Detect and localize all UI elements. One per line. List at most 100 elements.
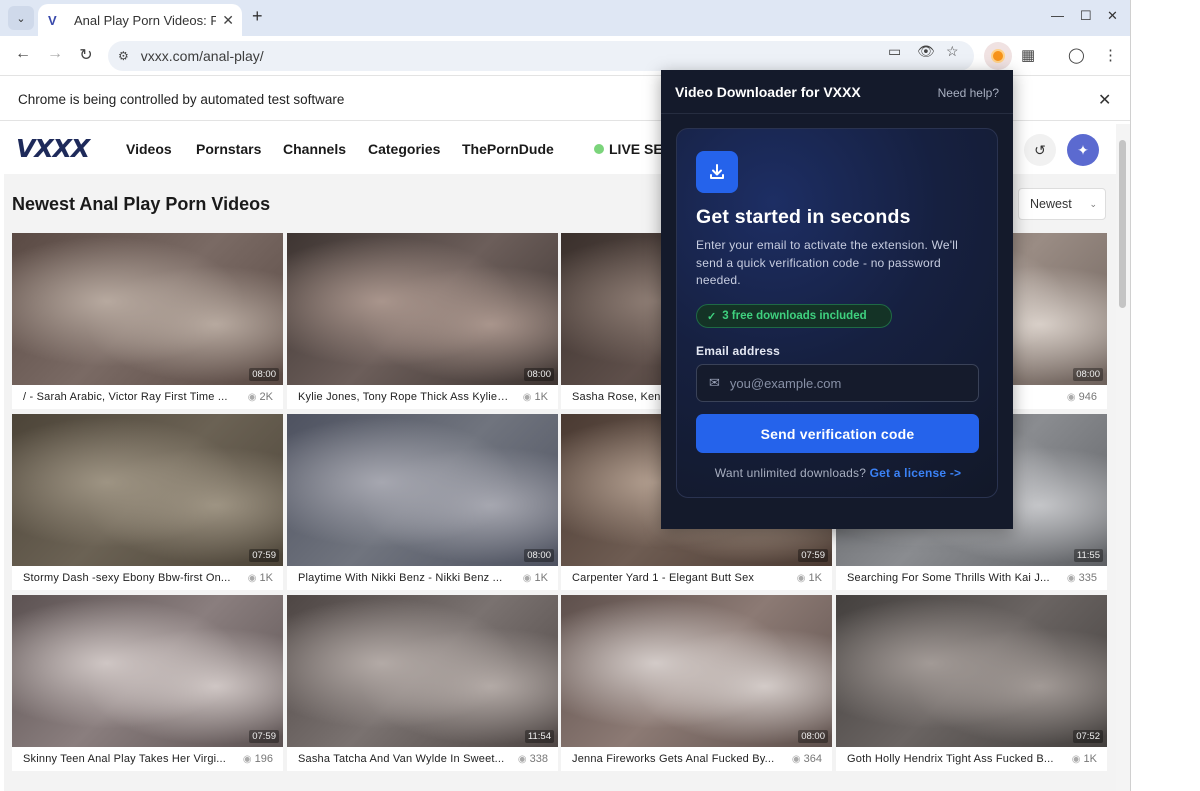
onboarding-heading: Get started in seconds — [696, 206, 911, 228]
video-info: Carpenter Yard 1 - Elegant Butt Sex ◉ 1K — [561, 566, 832, 590]
video-thumbnail[interactable]: 07:52 — [836, 595, 1107, 747]
history-icon[interactable]: ↺ — [1024, 134, 1056, 166]
video-title[interactable]: Jenna Fireworks Gets Anal Fucked By... — [572, 753, 784, 765]
back-arrow-icon[interactable]: ← — [13, 45, 33, 63]
browser-tab[interactable]: V Anal Play Porn Videos: Free ✕ — [38, 4, 242, 36]
license-prompt: Want unlimited downloads? — [714, 466, 867, 480]
video-info: Stormy Dash -sexy Ebony Bbw-first On... ◉… — [12, 566, 283, 590]
nav-categories[interactable]: Categories — [368, 141, 440, 157]
video-card[interactable]: 08:00 Jenna Fireworks Gets Anal Fucked By… — [561, 595, 832, 771]
video-title[interactable]: Carpenter Yard 1 - Elegant Butt Sex — [572, 572, 784, 584]
video-views: ◉ 2K — [248, 391, 273, 403]
eye-icon: ◉ — [1066, 573, 1076, 584]
send-verification-button[interactable]: Send verification code — [696, 414, 979, 453]
license-row: Want unlimited downloads? Get a license … — [677, 466, 999, 480]
forward-arrow-icon[interactable]: → — [45, 45, 65, 63]
video-title[interactable]: Sasha Tatcha And Van Wylde In Sweet... — [298, 753, 510, 765]
video-thumbnail[interactable]: 08:00 — [12, 233, 283, 385]
address-bar[interactable]: ⚙ vxxx.com/anal-play/ — [108, 41, 974, 71]
reload-icon[interactable]: ↻ — [76, 45, 96, 65]
close-window-icon[interactable]: ✕ — [1107, 8, 1118, 24]
eye-off-icon[interactable]: 👁 — [917, 43, 935, 60]
address-bar-url: vxxx.com/anal-play/ — [140, 48, 264, 64]
cast-icon[interactable]: ▭ — [888, 43, 901, 60]
nav-theporndude[interactable]: ThePornDude — [462, 141, 554, 157]
tab-search-chevron-icon[interactable]: ⌄ — [8, 6, 34, 30]
video-thumbnail[interactable]: 08:00 — [287, 414, 558, 566]
tab-favicon: V — [48, 12, 57, 28]
email-field-wrapper[interactable]: ✉ — [696, 364, 979, 402]
tab-close-icon[interactable]: ✕ — [222, 12, 234, 29]
email-field[interactable] — [729, 375, 950, 391]
nav-pornstars[interactable]: Pornstars — [196, 141, 261, 157]
extensions-puzzle-icon[interactable]: ▦ — [1021, 46, 1035, 64]
page-scrollbar[interactable] — [1116, 124, 1130, 791]
video-title[interactable]: / - Sarah Arabic, Victor Ray First Time … — [23, 391, 235, 403]
scrollbar-thumb[interactable] — [1119, 140, 1126, 308]
video-info: Skinny Teen Anal Play Takes Her Virgi...… — [12, 747, 283, 771]
view-count: 1K — [534, 391, 548, 403]
video-card[interactable]: 07:59 Stormy Dash -sexy Ebony Bbw-first O… — [12, 414, 283, 590]
sort-dropdown[interactable]: Newest ⌄ — [1018, 188, 1106, 220]
video-views: ◉ 335 — [1067, 572, 1097, 584]
video-views: ◉ 364 — [792, 753, 822, 765]
browser-menu-icon[interactable]: ⋮ — [1103, 46, 1118, 64]
video-duration: 07:59 — [249, 549, 279, 562]
free-downloads-text: 3 free downloads included — [722, 310, 867, 322]
video-info: Kylie Jones, Tony Rope Thick Ass Kylie .… — [287, 385, 558, 409]
eye-icon: ◉ — [247, 392, 257, 403]
tab-title: Anal Play Porn Videos: Free — [74, 12, 216, 28]
view-count: 196 — [254, 753, 273, 765]
eye-icon: ◉ — [242, 754, 252, 765]
video-title[interactable]: Playtime With Nikki Benz - Nikki Benz ..… — [298, 572, 510, 584]
video-card[interactable]: 07:52 Goth Holly Hendrix Tight Ass Fucked… — [836, 595, 1107, 771]
video-thumbnail[interactable]: 08:00 — [287, 233, 558, 385]
minimize-icon[interactable]: — — [1051, 8, 1064, 23]
need-help-link[interactable]: Need help? — [938, 86, 999, 100]
eye-icon: ◉ — [522, 573, 532, 584]
site-logo[interactable]: VXXX — [16, 134, 90, 163]
video-views: ◉ 1K — [1072, 753, 1097, 765]
bookmark-star-icon[interactable]: ☆ — [946, 43, 959, 60]
video-downloader-extension-icon[interactable] — [984, 42, 1012, 70]
new-tab-plus-icon[interactable]: + — [252, 6, 263, 27]
view-count: 1K — [1083, 753, 1097, 765]
video-card[interactable]: 08:00 Kylie Jones, Tony Rope Thick Ass Ky… — [287, 233, 558, 409]
video-card[interactable]: 08:00 / - Sarah Arabic, Victor Ray First … — [12, 233, 283, 409]
nav-channels[interactable]: Channels — [283, 141, 346, 157]
video-card[interactable]: 11:54 Sasha Tatcha And Van Wylde In Sweet… — [287, 595, 558, 771]
premium-star-icon[interactable]: ✦ — [1067, 134, 1099, 166]
video-title[interactable]: Searching For Some Thrills With Kai J... — [847, 572, 1059, 584]
video-thumbnail[interactable]: 07:59 — [12, 595, 283, 747]
video-views: ◉ 1K — [523, 391, 548, 403]
get-license-link[interactable]: Get a license -> — [870, 466, 962, 480]
eye-icon: ◉ — [247, 573, 257, 584]
video-thumbnail[interactable]: 11:54 — [287, 595, 558, 747]
view-count: 1K — [808, 572, 822, 584]
video-title[interactable]: Kylie Jones, Tony Rope Thick Ass Kylie .… — [298, 391, 510, 403]
popup-title: Video Downloader for VXXX — [675, 84, 861, 100]
view-count: 338 — [529, 753, 548, 765]
site-info-icon[interactable]: ⚙ — [118, 49, 129, 63]
video-title[interactable]: Skinny Teen Anal Play Takes Her Virgi... — [23, 753, 235, 765]
video-views: ◉ 1K — [797, 572, 822, 584]
extension-popup: Video Downloader for VXXX Need help? Get… — [661, 70, 1013, 529]
video-thumbnail[interactable]: 07:59 — [12, 414, 283, 566]
video-card[interactable]: 07:59 Skinny Teen Anal Play Takes Her Vir… — [12, 595, 283, 771]
video-duration: 08:00 — [1073, 368, 1103, 381]
onboarding-description: Enter your email to activate the extensi… — [696, 238, 958, 287]
live-indicator-dot — [594, 144, 604, 154]
video-info: / - Sarah Arabic, Victor Ray First Time … — [12, 385, 283, 409]
infobar-close-icon[interactable]: ✕ — [1098, 90, 1111, 110]
video-duration: 08:00 — [524, 368, 554, 381]
desktop-background — [1130, 0, 1200, 791]
profile-icon[interactable]: ◯ — [1068, 46, 1085, 64]
video-thumbnail[interactable]: 08:00 — [561, 595, 832, 747]
video-title[interactable]: Goth Holly Hendrix Tight Ass Fucked B... — [847, 753, 1059, 765]
eye-icon: ◉ — [517, 754, 527, 765]
free-downloads-badge: ✓ 3 free downloads included — [696, 304, 892, 328]
nav-videos[interactable]: Videos — [126, 141, 172, 157]
video-card[interactable]: 08:00 Playtime With Nikki Benz - Nikki Be… — [287, 414, 558, 590]
video-title[interactable]: Stormy Dash -sexy Ebony Bbw-first On... — [23, 572, 235, 584]
maximize-icon[interactable]: ☐ — [1080, 8, 1092, 24]
